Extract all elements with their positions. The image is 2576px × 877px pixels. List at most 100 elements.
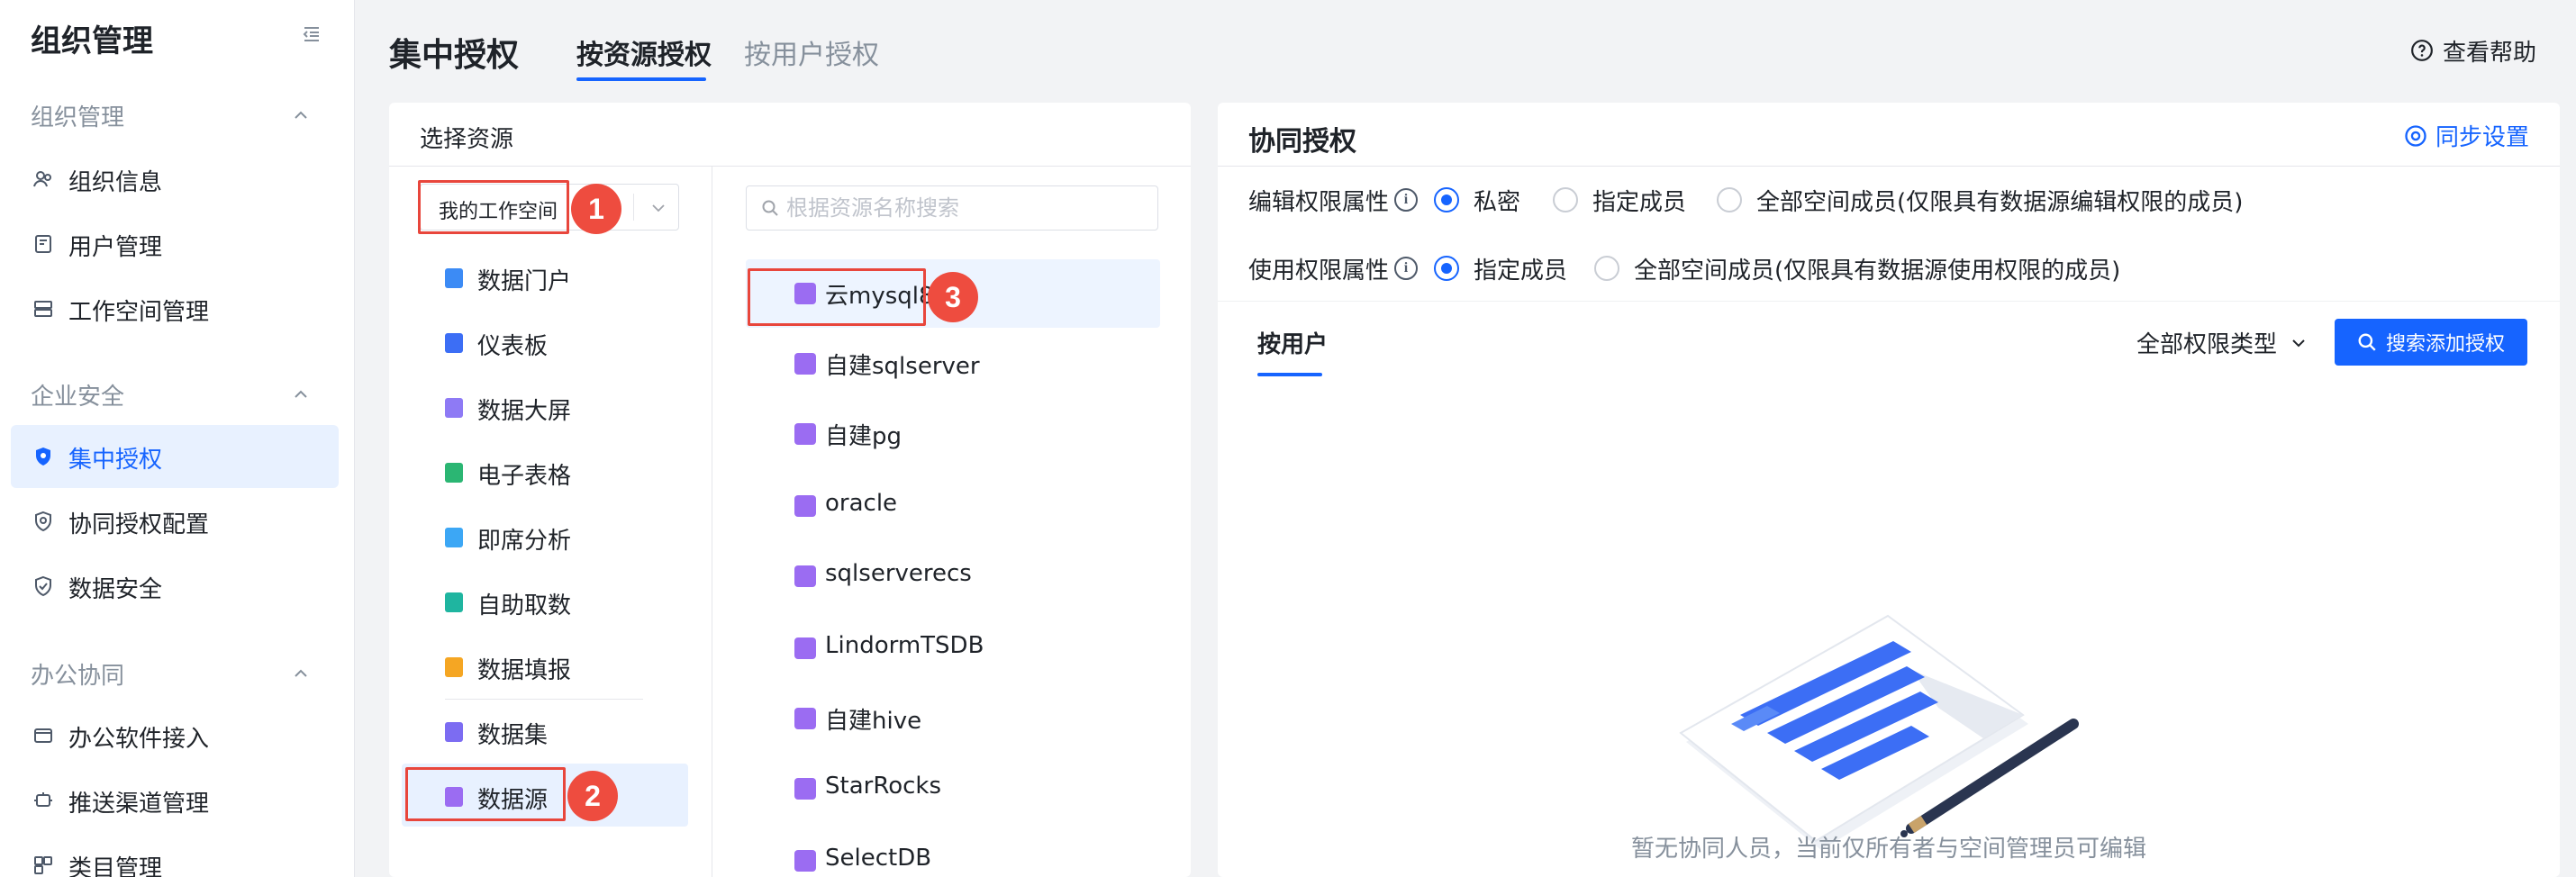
radio-all-members[interactable]: 全部空间成员(仅限具有数据源编辑权限的成员)	[1717, 184, 2243, 217]
radio-all-members[interactable]: 全部空间成员(仅限具有数据源使用权限的成员)	[1594, 252, 2120, 285]
spreadsheet-icon	[445, 463, 463, 483]
sidebar-group-security[interactable]: 企业安全	[31, 378, 124, 411]
shield-icon	[36, 448, 50, 466]
radio-dot	[1717, 187, 1743, 212]
info-icon[interactable]: i	[1394, 188, 1419, 212]
category-item[interactable]: 数据集	[402, 699, 688, 762]
resource-label: sqlserverecs	[825, 560, 972, 587]
datasource-icon	[794, 423, 816, 445]
sync-settings-label: 同步设置	[2435, 124, 2530, 151]
datasource-icon	[794, 283, 816, 304]
resource-label: 自建sqlserver	[825, 353, 980, 380]
category-label: 自助取数	[477, 592, 572, 619]
collapse-menu-icon[interactable]	[301, 23, 322, 45]
category-item[interactable]: 即席分析	[402, 504, 688, 567]
sidebar-item-org-info[interactable]: 组织信息	[11, 148, 339, 211]
sidebar-item-data-security[interactable]: 数据安全	[11, 555, 339, 618]
radio-specified-members[interactable]: 指定成员	[1434, 252, 1567, 285]
sidebar-item-workspace-mgmt[interactable]: 工作空间管理	[11, 277, 339, 340]
sidebar-item-label: 用户管理	[68, 234, 163, 261]
search-icon	[762, 200, 778, 216]
dashboard-icon	[445, 333, 463, 353]
category-label: 电子表格	[477, 463, 572, 490]
search-add-auth-button[interactable]: 搜索添加授权	[2335, 319, 2527, 366]
category-item-datasource[interactable]: 数据源	[402, 764, 688, 827]
datasource-icon	[794, 495, 816, 517]
radio-label: 指定成员	[1592, 188, 1687, 216]
sync-settings-button[interactable]: 同步设置	[2403, 119, 2529, 152]
resource-label: StarRocks	[825, 773, 942, 800]
category-item[interactable]: 自助取数	[402, 569, 688, 632]
divider	[633, 194, 634, 221]
collab-panel-title: 协同授权	[1248, 126, 1356, 158]
edit-permission-row: 编辑权限属性 i 私密 指定成员 全部空间成员(仅限具有数据源编辑权限的成员)	[1248, 180, 2243, 220]
resource-item[interactable]: LindormTSDB	[746, 614, 1160, 683]
search-icon	[2358, 333, 2376, 351]
resource-label: 自建hive	[825, 708, 922, 735]
permission-type-select[interactable]: 全部权限类型	[2136, 326, 2309, 359]
resource-panel: 选择资源 我的工作空间 数据门户 仪表板 数据大屏 电子表格 即席分析 自助取数…	[389, 103, 1191, 877]
radio-label: 私密	[1474, 188, 1521, 216]
edit-permission-label: 编辑权限属性	[1248, 188, 1390, 216]
chevron-down-icon	[2292, 339, 2305, 347]
resource-search[interactable]	[746, 185, 1158, 231]
adhoc-analysis-icon	[445, 528, 463, 547]
dataset-icon	[445, 722, 463, 742]
datasource-icon	[794, 708, 816, 729]
search-input[interactable]	[786, 194, 1147, 222]
resource-item[interactable]: 自建sqlserver	[746, 330, 1160, 398]
chevron-up-icon[interactable]	[290, 663, 312, 684]
datasource-icon	[794, 778, 816, 800]
org-icon	[33, 171, 51, 187]
tab-by-user-sub[interactable]: 按用户	[1257, 326, 1328, 359]
radio-dot	[1553, 187, 1579, 212]
category-item[interactable]: 数据填报	[402, 634, 688, 697]
sidebar-group-org[interactable]: 组织管理	[31, 99, 124, 132]
category-item[interactable]: 数据大屏	[402, 375, 688, 438]
tab-by-resource[interactable]: 按资源授权	[576, 32, 712, 72]
resource-item[interactable]: sqlserverecs	[746, 542, 1160, 610]
resource-item[interactable]: SelectDB	[746, 827, 1160, 877]
sidebar-item-category[interactable]: 类目管理	[11, 834, 339, 877]
sidebar: 组织管理 组织管理 组织信息 用户管理 工作空间管理 企业安全 集中授权 协同授…	[0, 0, 355, 877]
sidebar-item-label: 类目管理	[68, 855, 163, 877]
sidebar-item-label: 组织信息	[68, 169, 163, 196]
radio-dot	[1594, 256, 1620, 281]
category-item[interactable]: 数据门户	[402, 245, 688, 308]
radio-specified-members[interactable]: 指定成员	[1553, 184, 1686, 217]
resource-label: oracle	[825, 490, 898, 517]
info-icon[interactable]: i	[1394, 257, 1419, 280]
radio-private[interactable]: 私密	[1434, 184, 1520, 217]
chevron-up-icon[interactable]	[290, 384, 312, 405]
sidebar-item-label: 推送渠道管理	[68, 791, 210, 818]
chevron-up-icon[interactable]	[290, 104, 312, 126]
resource-item[interactable]: 自建hive	[746, 684, 1160, 753]
category-label: 数据大屏	[477, 398, 572, 425]
workspace-select[interactable]: 我的工作空间	[420, 184, 679, 231]
sidebar-item-central-auth[interactable]: 集中授权	[11, 425, 339, 488]
radio-label: 指定成员	[1474, 257, 1568, 285]
workspace-icon	[34, 301, 52, 317]
sidebar-item-label: 集中授权	[68, 447, 163, 474]
sidebar-item-office-access[interactable]: 办公软件接入	[11, 704, 339, 767]
sidebar-item-user-mgmt[interactable]: 用户管理	[11, 212, 339, 276]
help-label: 查看帮助	[2443, 39, 2537, 67]
radio-dot	[1434, 256, 1460, 281]
category-label: 数据门户	[477, 268, 572, 295]
tab-by-user[interactable]: 按用户授权	[744, 32, 879, 72]
sidebar-title: 组织管理	[31, 23, 153, 59]
category-item[interactable]: 电子表格	[402, 439, 688, 502]
resource-item[interactable]: 自建pg	[746, 400, 1160, 468]
category-item[interactable]: 仪表板	[402, 310, 688, 373]
sidebar-item-collab-auth[interactable]: 协同授权配置	[11, 490, 339, 553]
sidebar-group-office[interactable]: 办公协同	[31, 657, 124, 691]
sidebar-item-label: 协同授权配置	[68, 511, 210, 538]
page-title: 集中授权	[389, 37, 520, 74]
sidebar-item-push-channel[interactable]: 推送渠道管理	[11, 769, 339, 832]
resource-item[interactable]: oracle	[746, 472, 1160, 540]
resource-item[interactable]: StarRocks	[746, 755, 1160, 823]
resource-label: SelectDB	[825, 845, 932, 872]
empty-state-text: 暂无协同人员，当前仅所有者与空间管理员可编辑	[1630, 836, 2146, 863]
resource-label: LindormTSDB	[825, 632, 984, 659]
help-link[interactable]: 查看帮助	[2410, 34, 2536, 67]
